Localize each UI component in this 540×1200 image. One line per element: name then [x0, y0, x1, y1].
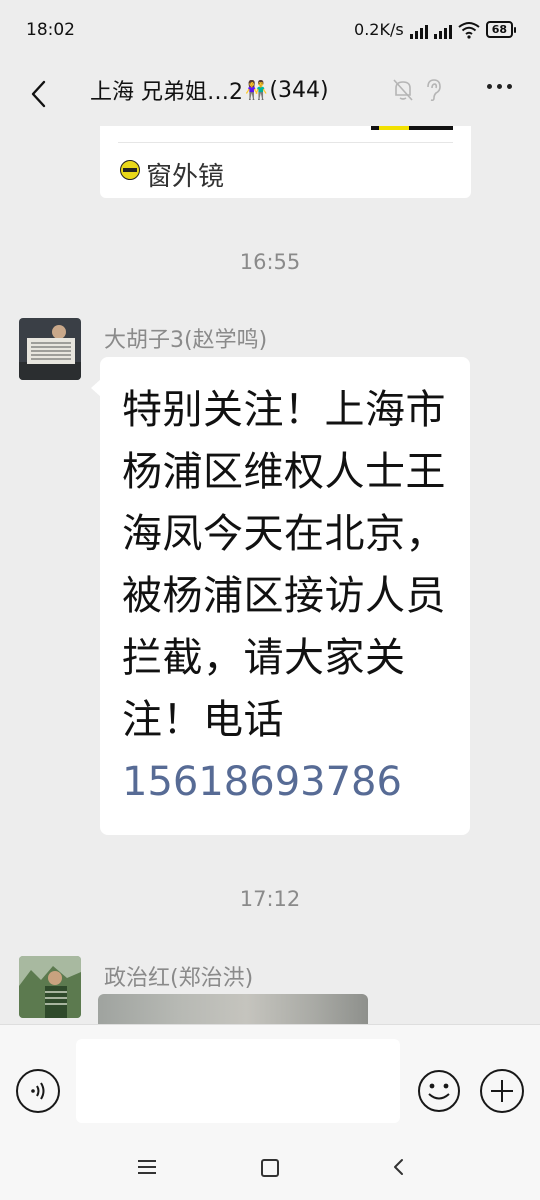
battery-icon: 68	[485, 21, 516, 38]
avatar[interactable]	[19, 318, 81, 380]
chat-header: 上海 兄弟姐…2 👫 (344)	[0, 64, 540, 126]
status-time: 18:02	[26, 20, 75, 40]
battery-level: 68	[485, 21, 513, 38]
avatar-photo-2	[19, 956, 81, 1018]
back-button[interactable]	[18, 72, 58, 116]
plus-button[interactable]	[480, 1069, 524, 1113]
recent-apps-icon[interactable]	[138, 1160, 156, 1178]
message-timestamp-2: 17:12	[239, 887, 301, 911]
member-count: (344)	[269, 77, 329, 103]
avatar-photo	[19, 318, 81, 380]
message-timestamp: 16:55	[239, 250, 301, 274]
card-divider	[118, 142, 453, 143]
phone-number-link[interactable]: 15618693786	[122, 751, 452, 813]
status-indicators: 0.2K/s 68	[354, 20, 516, 39]
more-icon	[487, 84, 492, 89]
image-message[interactable]	[98, 994, 368, 1026]
mute-bell-icon	[393, 79, 413, 101]
ear-icon	[427, 79, 441, 102]
chat-input-bar	[0, 1024, 540, 1137]
system-back-icon[interactable]	[390, 1156, 410, 1178]
more-options-button[interactable]	[487, 84, 512, 89]
status-bar: 18:02 0.2K/s 68	[0, 0, 540, 64]
voice-icon	[31, 1082, 45, 1100]
network-speed: 0.2K/s	[354, 20, 404, 39]
link-source-name: 窗外镜	[146, 162, 225, 192]
chat-title: 上海 兄弟姐…2 👫 (344)	[90, 74, 329, 106]
home-icon[interactable]	[261, 1159, 279, 1177]
signal-icon	[409, 21, 428, 39]
source-logo-icon	[120, 160, 140, 180]
shared-link-card[interactable]: 窗外镜	[100, 126, 471, 198]
message-input[interactable]	[76, 1039, 400, 1123]
sender-name: 大胡子3(赵学鸣)	[104, 328, 268, 353]
chat-title-text: 上海 兄弟姐…2	[90, 80, 243, 105]
avatar-2[interactable]	[19, 956, 81, 1018]
signal-icon-2	[433, 21, 452, 39]
chat-status-icons	[392, 78, 442, 102]
sender-name-2: 政治红(郑治洪)	[104, 966, 254, 991]
message-bubble[interactable]: 特别关注！上海市杨浦区维权人士王海凤今天在北京，被杨浦区接访人员拦截，请大家关注…	[91, 357, 470, 835]
couple-emoji-icon: 👫	[245, 79, 268, 101]
system-nav-bar	[0, 1136, 540, 1200]
emoji-button[interactable]	[417, 1069, 461, 1113]
voice-button[interactable]	[16, 1069, 60, 1113]
back-arrow-icon	[31, 80, 46, 108]
message-text: 特别关注！上海市杨浦区维权人士王海凤今天在北京，被杨浦区接访人员拦截，请大家关注…	[122, 387, 446, 743]
wifi-icon	[458, 21, 480, 39]
link-thumbnail	[371, 126, 453, 130]
